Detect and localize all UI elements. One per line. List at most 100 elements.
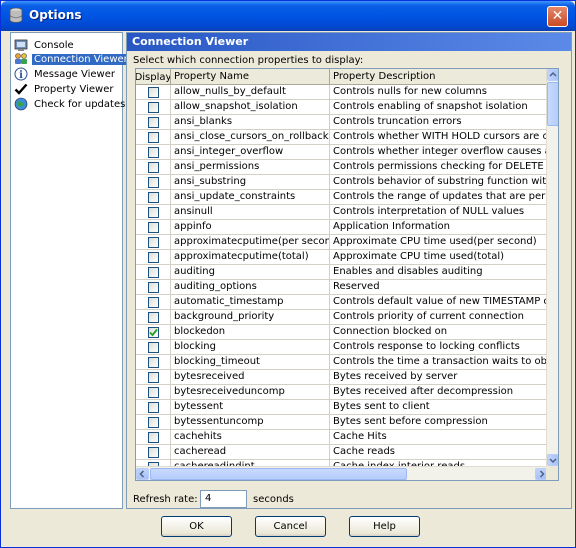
column-header-property-name[interactable]: Property Name: [171, 69, 330, 85]
refresh-rate-input[interactable]: 4: [200, 490, 247, 508]
options-dialog: Options ✕ Console Connection Viewer i Me…: [0, 0, 576, 548]
property-name-cell: ansi_substring: [171, 175, 330, 190]
table-row[interactable]: ansi_integer_overflow Controls whether in…: [136, 145, 548, 160]
help-button[interactable]: Help: [349, 516, 420, 537]
display-checkbox[interactable]: [147, 252, 159, 263]
display-checkbox[interactable]: [147, 432, 159, 443]
property-description-cell: Controls priority of current connection: [333, 311, 524, 322]
property-description-cell: Bytes received after decompression: [333, 386, 514, 397]
display-cell: [136, 430, 171, 445]
table-row[interactable]: allow_nulls_by_default Controls nulls for…: [136, 85, 548, 100]
vertical-scroll-thumb[interactable]: [547, 82, 558, 126]
display-checkbox[interactable]: [147, 327, 159, 338]
table-row[interactable]: appinfo Application Information: [136, 220, 548, 235]
title-bar[interactable]: Options ✕: [1, 1, 575, 31]
display-checkbox[interactable]: [147, 387, 159, 398]
table-row[interactable]: bytesreceived Bytes received by server: [136, 370, 548, 385]
display-checkbox[interactable]: [147, 207, 159, 218]
property-description-cell: Enables and disables auditing: [333, 266, 483, 277]
property-name-cell: background_priority: [171, 310, 330, 325]
table-row[interactable]: ansi_update_constraints Controls the rang…: [136, 190, 548, 205]
table-row[interactable]: ansinull Controls interpretation of NULL …: [136, 205, 548, 220]
display-checkbox[interactable]: [147, 297, 159, 308]
display-checkbox[interactable]: [147, 447, 159, 458]
table-row[interactable]: blocking Controls response to locking con…: [136, 340, 548, 355]
display-checkbox[interactable]: [147, 357, 159, 368]
nav-item-connection-viewer[interactable]: Connection Viewer: [14, 52, 130, 66]
display-cell: [136, 100, 171, 115]
table-row[interactable]: background_priority Controls priority of …: [136, 310, 548, 325]
table-row[interactable]: auditing Enables and disables auditing: [136, 265, 548, 280]
table-row[interactable]: cacheread Cache reads: [136, 445, 548, 460]
display-checkbox[interactable]: [147, 192, 159, 203]
refresh-rate-label: Refresh rate:: [133, 494, 198, 505]
display-checkbox[interactable]: [147, 237, 159, 248]
display-checkbox[interactable]: [147, 162, 159, 173]
table-row[interactable]: ansi_substring Controls behavior of subst…: [136, 175, 548, 190]
table-row[interactable]: blockedon Connection blocked on: [136, 325, 548, 340]
property-description-cell: Approximate CPU time used(total): [333, 251, 505, 262]
table-row[interactable]: ansi_blanks Controls truncation errors: [136, 115, 548, 130]
display-cell: [136, 445, 171, 460]
display-checkbox[interactable]: [147, 312, 159, 323]
display-checkbox[interactable]: [147, 117, 159, 128]
table-row[interactable]: bytesreceiveduncomp Bytes received after …: [136, 385, 548, 400]
display-checkbox[interactable]: [147, 132, 159, 143]
table-row[interactable]: ansi_close_cursors_on_rollback Controls w…: [136, 130, 548, 145]
property-name-cell: cacheread: [171, 445, 330, 460]
horizontal-scroll-thumb[interactable]: [150, 468, 407, 480]
table-row[interactable]: approximatecputime(per second) Approximat…: [136, 235, 548, 250]
display-checkbox[interactable]: [147, 147, 159, 158]
display-cell: [136, 250, 171, 265]
display-checkbox[interactable]: [147, 282, 159, 293]
options-nav-tree: Console Connection Viewer i Message View…: [10, 32, 130, 509]
display-checkbox[interactable]: [147, 102, 159, 113]
scroll-up-button[interactable]: [547, 69, 558, 81]
table-row[interactable]: bytessent Bytes sent to client: [136, 400, 548, 415]
ok-button[interactable]: OK: [161, 516, 232, 537]
table-row[interactable]: approximatecputime(total) Approximate CPU…: [136, 250, 548, 265]
close-button[interactable]: ✕: [547, 6, 568, 27]
display-checkbox[interactable]: [147, 87, 159, 98]
display-checkbox[interactable]: [147, 222, 159, 233]
property-description-cell: Controls nulls for new columns: [333, 86, 487, 97]
table-row[interactable]: bytessentuncomp Bytes sent before compres…: [136, 415, 548, 430]
property-description-cell: Controls behavior of substring function …: [333, 176, 548, 187]
table-row[interactable]: automatic_timestamp Controls default valu…: [136, 295, 548, 310]
nav-item-property-viewer[interactable]: Property Viewer: [14, 82, 116, 96]
table-row[interactable]: cachehits Cache Hits: [136, 430, 548, 445]
chevron-down-icon: [549, 458, 557, 464]
nav-item-check-for-updates[interactable]: Check for updates: [14, 97, 127, 111]
scroll-left-button[interactable]: [136, 468, 149, 480]
property-name-cell: allow_nulls_by_default: [171, 85, 330, 100]
table-row[interactable]: auditing_options Reserved: [136, 280, 548, 295]
table-row[interactable]: ansi_permissions Controls permissions che…: [136, 160, 548, 175]
checkmark-icon: [14, 82, 28, 96]
column-header-display[interactable]: Display: [136, 69, 171, 85]
display-checkbox[interactable]: [147, 417, 159, 428]
property-description-cell: Bytes sent before compression: [333, 416, 488, 427]
chevron-left-icon: [139, 470, 145, 478]
display-checkbox[interactable]: [147, 177, 159, 188]
display-checkbox[interactable]: [147, 342, 159, 353]
display-cell: [136, 115, 171, 130]
scroll-down-button[interactable]: [547, 454, 558, 466]
horizontal-scrollbar[interactable]: [136, 466, 548, 480]
table-row[interactable]: blocking_timeout Controls the time a tran…: [136, 355, 548, 370]
property-name-cell: ansi_close_cursors_on_rollback: [171, 130, 330, 145]
nav-item-console[interactable]: Console: [14, 38, 76, 52]
display-checkbox[interactable]: [147, 372, 159, 383]
property-name-cell: auditing_options: [171, 280, 330, 295]
vertical-scrollbar[interactable]: [546, 69, 558, 466]
column-header-property-description[interactable]: Property Description: [330, 69, 548, 85]
display-checkbox[interactable]: [147, 402, 159, 413]
display-cell: [136, 220, 171, 235]
display-cell: [136, 325, 171, 340]
nav-item-message-viewer[interactable]: i Message Viewer: [14, 67, 117, 81]
property-name-cell: cachehits: [171, 430, 330, 445]
table-row[interactable]: allow_snapshot_isolation Controls enablin…: [136, 100, 548, 115]
property-name-cell: bytesreceived: [171, 370, 330, 385]
display-checkbox[interactable]: [147, 267, 159, 278]
cancel-button[interactable]: Cancel: [255, 516, 326, 537]
display-cell: [136, 265, 171, 280]
